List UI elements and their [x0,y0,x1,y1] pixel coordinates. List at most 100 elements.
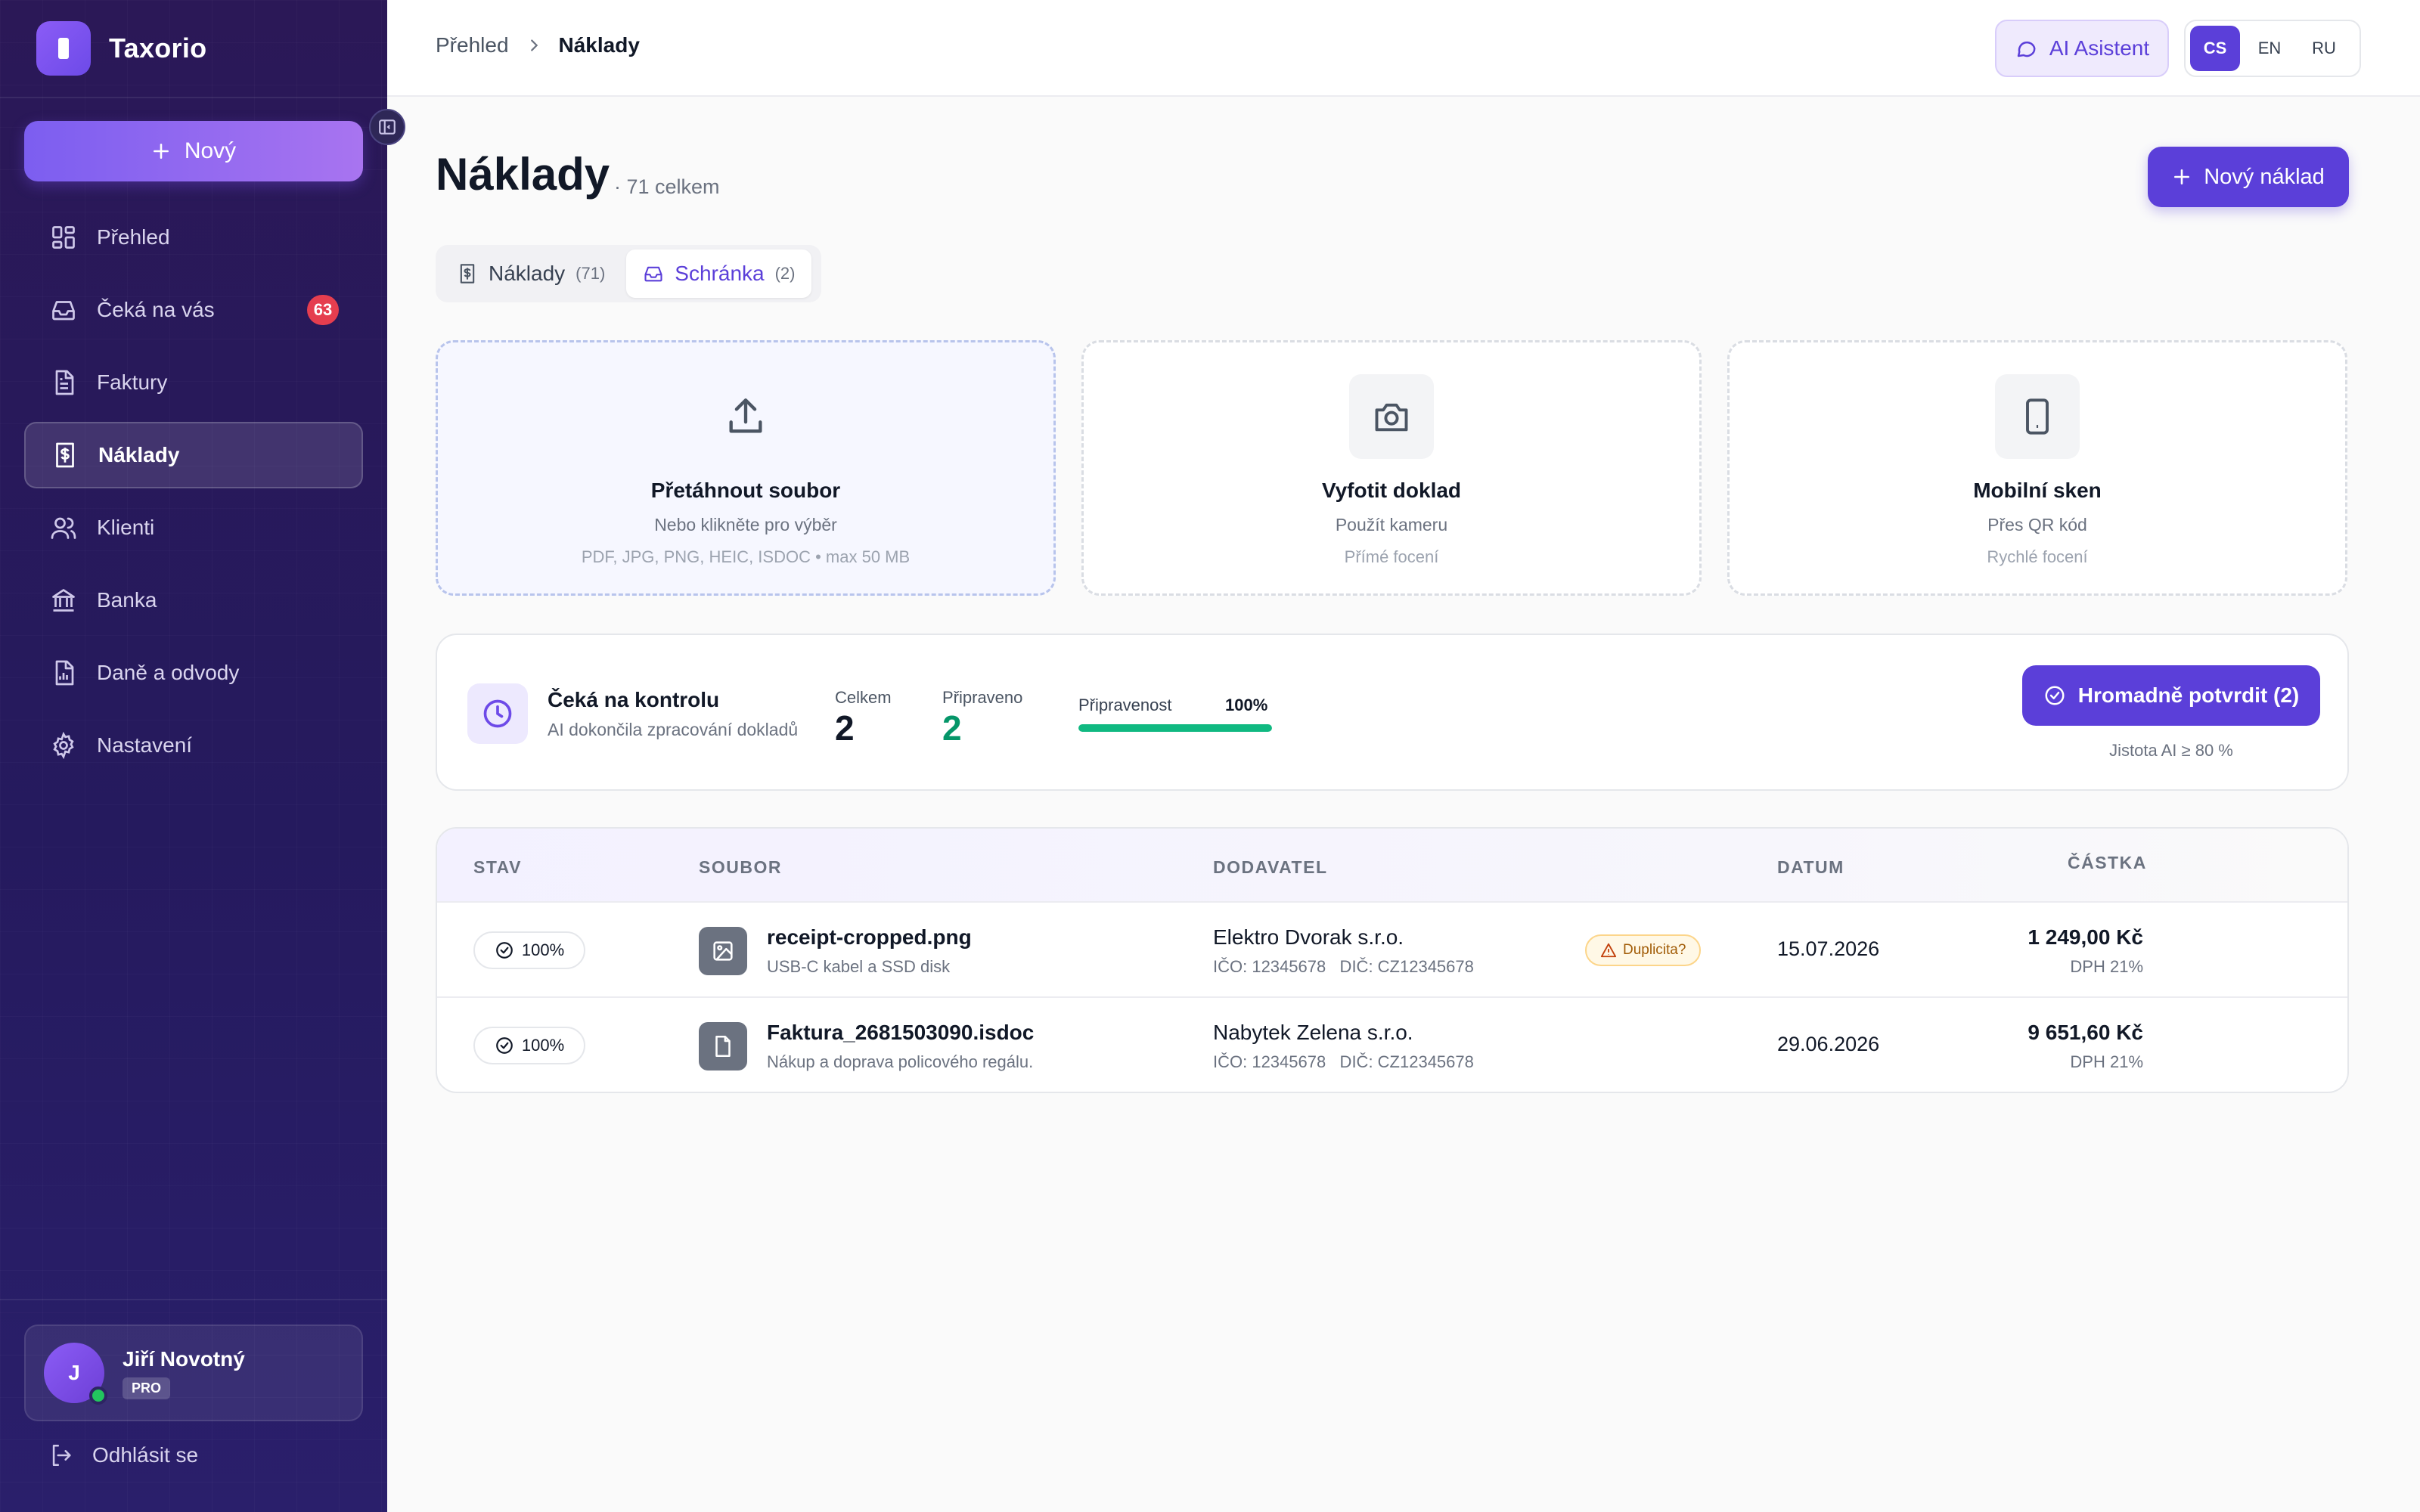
file-icon [699,1022,747,1070]
pending-count-badge: 63 [307,295,339,325]
vat-rate: DPH 21% [2070,1052,2143,1071]
gear-icon [48,730,79,761]
online-status-dot [89,1387,107,1405]
breadcrumb-link[interactable]: Přehled [436,33,509,57]
plus-icon [153,144,169,159]
total-value: 2 [835,708,855,748]
sidebar-item-nastaveni[interactable]: Nastavení [24,712,363,779]
logout-icon [52,1444,71,1467]
file-name-link[interactable]: Faktura_2681503090.isdoc [767,1021,1034,1045]
duplicate-warning-badge[interactable]: Duplicita? [1585,934,1702,966]
ready-label: Připraveno [942,688,1023,707]
column-header-file[interactable]: SOUBOR [699,857,782,878]
tab-label: Náklady [489,262,566,285]
review-title: Čeká na kontrolu [548,688,720,711]
new-expense-button[interactable]: Nový náklad [2148,147,2349,207]
readiness-progress-fill [1078,724,1272,732]
confidence-badge: 100% [473,1027,585,1064]
logout-button[interactable]: Odhlásit se [48,1442,198,1468]
bulk-confirm-label: Hromadně potvrdit (2) [2077,683,2300,707]
sidebar-item-faktury[interactable]: Faktury [24,349,363,416]
language-option-ru[interactable]: RU [2299,26,2349,71]
mobile-scan-card[interactable]: Mobilní sken Přes QR kód Rychlé focení [1727,340,2347,596]
bulk-confirm-button[interactable]: Hromadně potvrdit (2) [2022,665,2320,726]
new-button-label: Nový [184,138,237,163]
table-row[interactable]: 100% Faktura_2681503090.isdoc Nákup a do… [437,998,2347,1092]
new-button[interactable]: Nový [24,121,363,181]
readiness-percent: 100% [1225,696,1268,714]
card-subtitle: Použít kameru [1335,515,1448,534]
brand[interactable]: Taxorio [36,21,206,76]
sidebar-item-label: Daně a odvody [97,661,240,684]
total-label: Celkem [835,688,892,707]
drop-file-card[interactable]: Přetáhnout soubor Nebo klikněte pro výbě… [436,340,1056,596]
sidebar-collapse-button[interactable] [369,109,405,145]
warning-icon [1600,943,1617,958]
logout-label: Odhlásit se [92,1443,199,1467]
sidebar-item-naklady[interactable]: Náklady [24,422,363,488]
ready-value: 2 [942,708,962,748]
confidence-value: 100% [521,1036,565,1055]
new-expense-label: Nový náklad [2204,164,2325,189]
tab-count: (71) [576,264,606,283]
card-hint: Přímé focení [1344,547,1439,566]
phone-icon [1995,374,2080,459]
chevron-right-icon [530,39,538,51]
image-icon [699,927,747,975]
table-header: STAV SOUBOR DODAVATEL DATUM ČÁSTKA [437,829,2347,903]
document-date: 15.07.2026 [1777,937,1880,960]
confidence-badge: 100% [473,931,585,969]
column-header-status[interactable]: STAV [473,857,522,878]
readiness-label: Připravenost [1078,696,1172,714]
vendor-ids: IČO: 12345678 DIČ: CZ12345678 [1213,1052,1474,1071]
duplicate-warning-label: Duplicita? [1623,942,1686,958]
file-name-link[interactable]: receipt-cropped.png [767,925,972,950]
tab-label: Schránka [675,262,765,285]
sidebar-item-prehled[interactable]: Přehled [24,204,363,271]
bank-icon [48,585,79,615]
sidebar-item-ceka-na-vas[interactable]: Čeká na vás 63 [24,277,363,343]
brand-name: Taxorio [109,33,207,64]
users-icon [48,513,79,543]
tab-schranka[interactable]: Schránka (2) [626,249,812,298]
card-hint: Rychlé focení [1987,547,2088,566]
tab-naklady[interactable]: Náklady (71) [440,249,622,298]
inbox-icon [644,266,662,282]
confidence-value: 100% [521,940,565,959]
check-circle-icon [496,1037,513,1054]
user-card[interactable]: J Jiří Novotný PRO [24,1325,363,1421]
table-row[interactable]: 100% receipt-cropped.png USB-C kabel a S… [437,903,2347,998]
card-hint: PDF, JPG, PNG, HEIC, ISDOC • max 50 MB [581,547,911,566]
sidebar-item-label: Banka [97,588,157,612]
camera-icon [1349,374,1434,459]
dashboard-icon [48,222,79,253]
file-description: USB-C kabel a SSD disk [767,957,951,976]
sidebar-item-label: Přehled [97,225,170,249]
receipt-icon [50,440,80,470]
language-option-en[interactable]: EN [2245,26,2294,71]
review-subtitle: AI dokončila zpracování dokladů [548,720,799,739]
breadcrumb: Přehled Náklady [436,33,640,57]
column-header-date[interactable]: DATUM [1777,857,1844,878]
plan-badge: PRO [123,1377,171,1399]
ai-assistant-label: AI Asistent [2049,36,2150,60]
check-circle-icon [2045,686,2065,705]
card-title: Mobilní sken [1973,479,2102,502]
upload-icon [703,374,788,459]
column-header-vendor[interactable]: DODAVATEL [1213,857,1328,878]
breadcrumb-current: Náklady [558,33,640,57]
column-header-amount[interactable]: ČÁSTKA [2068,853,2147,873]
sidebar-item-banka[interactable]: Banka [24,567,363,634]
sidebar-item-klienti[interactable]: Klienti [24,494,363,561]
document-date: 29.06.2026 [1777,1033,1880,1055]
documents-table: STAV SOUBOR DODAVATEL DATUM ČÁSTKA 100% … [436,827,2349,1093]
ai-assistant-button[interactable]: AI Asistent [1995,20,2169,77]
amount: 1 249,00 Kč [2028,925,2143,949]
language-option-cs[interactable]: CS [2190,26,2240,71]
avatar-initial: J [68,1361,80,1384]
tab-count: (2) [774,264,796,283]
card-subtitle: Nebo klikněte pro výběr [654,515,837,534]
receipt-icon [460,264,475,284]
sidebar-item-dane-a-odvody[interactable]: Daně a odvody [24,640,363,706]
take-photo-card[interactable]: Vyfotit doklad Použít kameru Přímé focen… [1081,340,1702,596]
